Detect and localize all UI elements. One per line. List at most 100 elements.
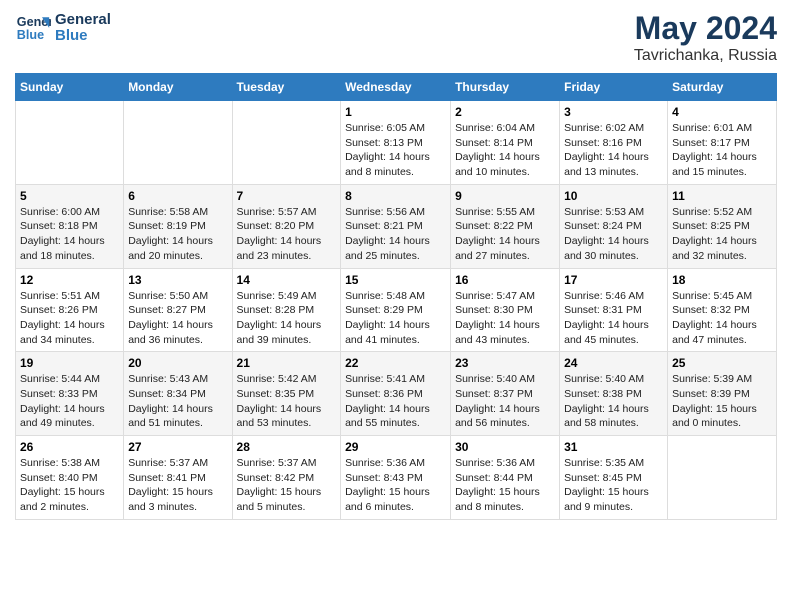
day-info: Sunrise: 5:55 AMSunset: 8:22 PMDaylight:… — [455, 205, 555, 264]
day-info: Sunrise: 5:40 AMSunset: 8:38 PMDaylight:… — [564, 372, 663, 431]
day-info: Sunrise: 5:50 AMSunset: 8:27 PMDaylight:… — [128, 289, 227, 348]
weekday-header-thursday: Thursday — [451, 74, 560, 101]
day-cell: 19 Sunrise: 5:44 AMSunset: 8:33 PMDayligh… — [16, 352, 124, 436]
day-cell: 2 Sunrise: 6:04 AMSunset: 8:14 PMDaylight… — [451, 101, 560, 185]
day-number: 11 — [672, 189, 772, 203]
day-cell: 12 Sunrise: 5:51 AMSunset: 8:26 PMDayligh… — [16, 268, 124, 352]
title-block: May 2024 Tavrichanka, Russia — [634, 10, 777, 65]
day-number: 6 — [128, 189, 227, 203]
day-info: Sunrise: 6:02 AMSunset: 8:16 PMDaylight:… — [564, 121, 663, 180]
day-info: Sunrise: 6:01 AMSunset: 8:17 PMDaylight:… — [672, 121, 772, 180]
day-number: 18 — [672, 273, 772, 287]
day-info: Sunrise: 5:39 AMSunset: 8:39 PMDaylight:… — [672, 372, 772, 431]
day-number: 4 — [672, 105, 772, 119]
day-info: Sunrise: 5:45 AMSunset: 8:32 PMDaylight:… — [672, 289, 772, 348]
day-cell — [16, 101, 124, 185]
day-cell: 15Sunrise: 5:48 AMSunset: 8:29 PMDayligh… — [341, 268, 451, 352]
day-info: Sunrise: 5:37 AMSunset: 8:41 PMDaylight:… — [128, 456, 227, 515]
day-cell: 13 Sunrise: 5:50 AMSunset: 8:27 PMDayligh… — [124, 268, 232, 352]
logo-general: General — [55, 12, 111, 29]
day-cell: 26 Sunrise: 5:38 AMSunset: 8:40 PMDayligh… — [16, 436, 124, 520]
day-cell — [232, 101, 341, 185]
day-cell: 18 Sunrise: 5:45 AMSunset: 8:32 PMDayligh… — [668, 268, 777, 352]
day-number: 12 — [20, 273, 119, 287]
day-number: 16 — [455, 273, 555, 287]
day-number: 9 — [455, 189, 555, 203]
day-number: 7 — [237, 189, 337, 203]
day-info: Sunrise: 6:00 AMSunset: 8:18 PMDaylight:… — [20, 205, 119, 264]
day-cell: 31Sunrise: 5:35 AMSunset: 8:45 PMDayligh… — [560, 436, 668, 520]
day-info: Sunrise: 5:40 AMSunset: 8:37 PMDaylight:… — [455, 372, 555, 431]
day-number: 14 — [237, 273, 337, 287]
day-cell: 20 Sunrise: 5:43 AMSunset: 8:34 PMDayligh… — [124, 352, 232, 436]
day-cell: 5 Sunrise: 6:00 AMSunset: 8:18 PMDaylight… — [16, 184, 124, 268]
weekday-header-wednesday: Wednesday — [341, 74, 451, 101]
day-info: Sunrise: 5:36 AMSunset: 8:44 PMDaylight:… — [455, 456, 555, 515]
day-info: Sunrise: 5:47 AMSunset: 8:30 PMDaylight:… — [455, 289, 555, 348]
day-info: Sunrise: 6:04 AMSunset: 8:14 PMDaylight:… — [455, 121, 555, 180]
weekday-header-sunday: Sunday — [16, 74, 124, 101]
day-info: Sunrise: 5:48 AMSunset: 8:29 PMDaylight:… — [345, 289, 446, 348]
day-cell: 14Sunrise: 5:49 AMSunset: 8:28 PMDayligh… — [232, 268, 341, 352]
month-year-title: May 2024 — [634, 10, 777, 47]
week-row-5: 26 Sunrise: 5:38 AMSunset: 8:40 PMDayligh… — [16, 436, 777, 520]
day-number: 28 — [237, 440, 337, 454]
page-header: General Blue General Blue May 2024 Tavri… — [15, 10, 777, 65]
day-cell: 17 Sunrise: 5:46 AMSunset: 8:31 PMDayligh… — [560, 268, 668, 352]
day-cell: 25 Sunrise: 5:39 AMSunset: 8:39 PMDayligh… — [668, 352, 777, 436]
day-cell: 3 Sunrise: 6:02 AMSunset: 8:16 PMDaylight… — [560, 101, 668, 185]
day-info: Sunrise: 5:36 AMSunset: 8:43 PMDaylight:… — [345, 456, 446, 515]
day-number: 3 — [564, 105, 663, 119]
logo-icon: General Blue — [15, 10, 51, 46]
weekday-header-friday: Friday — [560, 74, 668, 101]
day-cell: 9 Sunrise: 5:55 AMSunset: 8:22 PMDaylight… — [451, 184, 560, 268]
day-info: Sunrise: 5:57 AMSunset: 8:20 PMDaylight:… — [237, 205, 337, 264]
weekday-header-saturday: Saturday — [668, 74, 777, 101]
day-number: 10 — [564, 189, 663, 203]
day-info: Sunrise: 5:35 AMSunset: 8:45 PMDaylight:… — [564, 456, 663, 515]
day-number: 23 — [455, 356, 555, 370]
day-info: Sunrise: 5:52 AMSunset: 8:25 PMDaylight:… — [672, 205, 772, 264]
logo-blue: Blue — [55, 28, 111, 45]
day-cell: 11 Sunrise: 5:52 AMSunset: 8:25 PMDayligh… — [668, 184, 777, 268]
weekday-header-monday: Monday — [124, 74, 232, 101]
logo: General Blue General Blue — [15, 10, 111, 46]
day-info: Sunrise: 5:38 AMSunset: 8:40 PMDaylight:… — [20, 456, 119, 515]
day-number: 19 — [20, 356, 119, 370]
day-number: 2 — [455, 105, 555, 119]
day-number: 20 — [128, 356, 227, 370]
day-number: 27 — [128, 440, 227, 454]
day-cell: 29 Sunrise: 5:36 AMSunset: 8:43 PMDayligh… — [341, 436, 451, 520]
day-number: 21 — [237, 356, 337, 370]
day-info: Sunrise: 5:42 AMSunset: 8:35 PMDaylight:… — [237, 372, 337, 431]
day-cell: 10 Sunrise: 5:53 AMSunset: 8:24 PMDayligh… — [560, 184, 668, 268]
day-info: Sunrise: 5:44 AMSunset: 8:33 PMDaylight:… — [20, 372, 119, 431]
day-number: 25 — [672, 356, 772, 370]
day-info: Sunrise: 5:43 AMSunset: 8:34 PMDaylight:… — [128, 372, 227, 431]
day-cell: 7 Sunrise: 5:57 AMSunset: 8:20 PMDaylight… — [232, 184, 341, 268]
day-number: 13 — [128, 273, 227, 287]
location-title: Tavrichanka, Russia — [634, 47, 777, 65]
day-info: Sunrise: 5:53 AMSunset: 8:24 PMDaylight:… — [564, 205, 663, 264]
weekday-header-row: SundayMondayTuesdayWednesdayThursdayFrid… — [16, 74, 777, 101]
day-number: 29 — [345, 440, 446, 454]
day-cell — [668, 436, 777, 520]
day-number: 24 — [564, 356, 663, 370]
day-cell: 21 Sunrise: 5:42 AMSunset: 8:35 PMDayligh… — [232, 352, 341, 436]
day-cell: 8Sunrise: 5:56 AMSunset: 8:21 PMDaylight… — [341, 184, 451, 268]
weekday-header-tuesday: Tuesday — [232, 74, 341, 101]
day-cell: 6Sunrise: 5:58 AMSunset: 8:19 PMDaylight… — [124, 184, 232, 268]
day-cell: 22Sunrise: 5:41 AMSunset: 8:36 PMDayligh… — [341, 352, 451, 436]
week-row-3: 12 Sunrise: 5:51 AMSunset: 8:26 PMDayligh… — [16, 268, 777, 352]
calendar-table: SundayMondayTuesdayWednesdayThursdayFrid… — [15, 73, 777, 520]
day-info: Sunrise: 5:51 AMSunset: 8:26 PMDaylight:… — [20, 289, 119, 348]
day-number: 17 — [564, 273, 663, 287]
day-number: 26 — [20, 440, 119, 454]
day-number: 5 — [20, 189, 119, 203]
day-cell: 24 Sunrise: 5:40 AMSunset: 8:38 PMDayligh… — [560, 352, 668, 436]
day-info: Sunrise: 6:05 AMSunset: 8:13 PMDaylight:… — [345, 121, 446, 180]
day-number: 8 — [345, 189, 446, 203]
week-row-2: 5 Sunrise: 6:00 AMSunset: 8:18 PMDaylight… — [16, 184, 777, 268]
day-info: Sunrise: 5:46 AMSunset: 8:31 PMDaylight:… — [564, 289, 663, 348]
day-cell: 1Sunrise: 6:05 AMSunset: 8:13 PMDaylight… — [341, 101, 451, 185]
